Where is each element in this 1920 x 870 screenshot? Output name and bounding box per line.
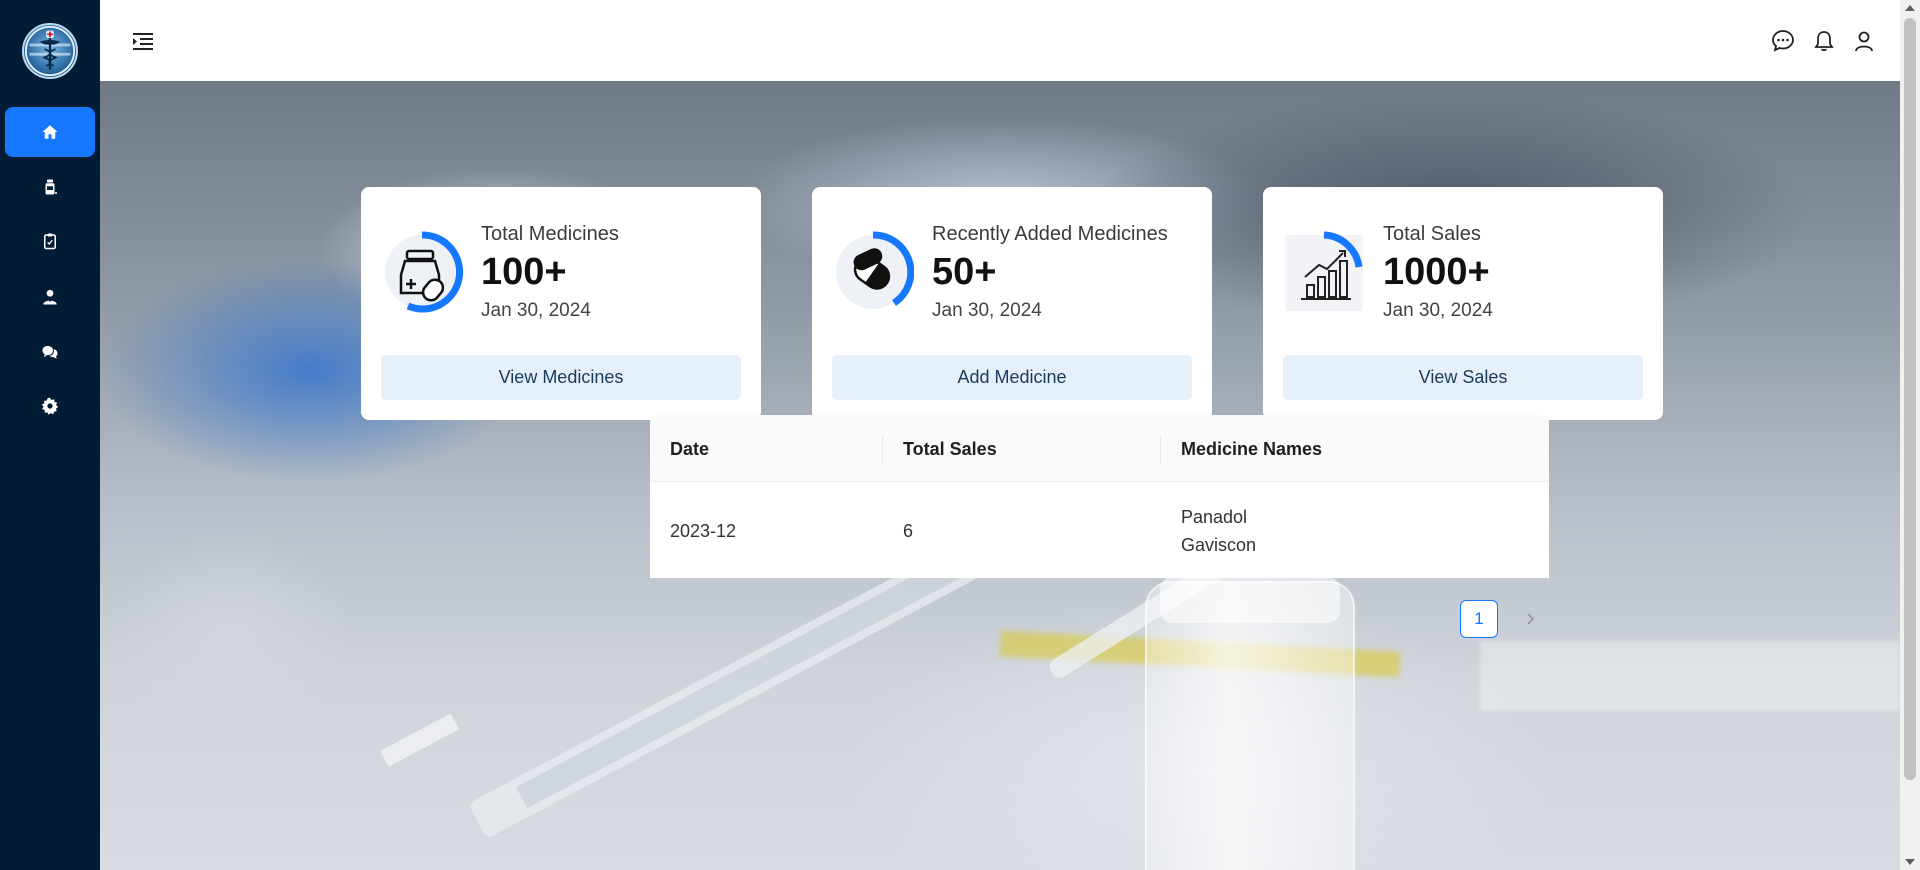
card-value: 100+ [481,251,567,293]
scroll-thumb[interactable] [1904,18,1916,780]
column-divider [1160,435,1161,463]
pagination-next-button[interactable] [1518,606,1544,632]
view-sales-button[interactable]: View Sales [1283,355,1643,400]
cell-total-sales: 6 [903,521,914,541]
sidebar [0,0,100,870]
card-date: Jan 30, 2024 [1383,300,1493,321]
cell-medicine-name: Gaviscon [1181,535,1257,555]
background-photo [1145,581,1355,870]
vertical-scrollbar[interactable] [1900,0,1920,870]
card-value: 1000+ [1383,251,1490,293]
card-value: 50+ [932,251,997,293]
main-content: Total Medicines 100+ Jan 30, 2024 View M… [100,81,1900,870]
sidebar-item-home[interactable] [5,107,95,157]
bell-icon[interactable] [1812,29,1836,53]
stat-card-total-medicines: Total Medicines 100+ Jan 30, 2024 View M… [361,187,761,420]
user-icon[interactable] [1852,29,1876,53]
scroll-down-arrow[interactable] [1905,859,1915,865]
sidebar-item-chat[interactable] [5,327,95,377]
sales-chart-icon [1285,231,1363,311]
column-divider [882,435,883,463]
sidebar-item-settings[interactable] [5,381,95,431]
sidebar-item-doctors[interactable] [5,272,95,322]
gear-icon [41,397,59,415]
card-title: Recently Added Medicines [932,223,1168,245]
add-medicine-button[interactable]: Add Medicine [832,355,1192,400]
message-icon[interactable] [1771,29,1795,53]
doctor-icon [43,289,57,305]
background-photo [1480,641,1900,711]
stat-card-recently-added: Recently Added Medicines 50+ Jan 30, 202… [812,187,1212,420]
sales-table: Date Total Sales Medicine Names 2023-12 … [650,415,1549,578]
card-title: Total Sales [1383,223,1481,245]
scroll-up-arrow[interactable] [1905,5,1915,11]
clipboard-icon [44,233,56,250]
column-header-medicine-names[interactable]: Medicine Names [1181,439,1322,460]
caduceus-logo-icon[interactable] [22,23,78,79]
chevron-right-icon [1527,613,1535,625]
menu-unfold-icon[interactable] [132,30,154,52]
cell-medicine-name: Panadol [1181,507,1248,527]
sidebar-item-medicines[interactable] [5,162,95,212]
card-title: Total Medicines [481,223,619,245]
sidebar-item-orders[interactable] [5,216,95,266]
capsule-icon [836,231,914,309]
stat-card-total-sales: Total Sales 1000+ Jan 30, 2024 View Sale… [1263,187,1663,420]
column-header-total-sales[interactable]: Total Sales [903,439,997,460]
table-header: Date Total Sales Medicine Names [650,415,1549,482]
medicine-bottle-icon [45,179,58,195]
card-date: Jan 30, 2024 [481,300,591,321]
view-medicines-button[interactable]: View Medicines [381,355,741,400]
card-date: Jan 30, 2024 [932,300,1042,321]
cell-date: 2023-12 [670,521,737,541]
chat-bubbles-icon [42,346,58,359]
home-icon [42,125,58,139]
medicine-jar-icon [385,231,463,313]
top-header [100,0,1900,81]
pagination-page-1[interactable]: 1 [1460,600,1498,638]
column-header-date[interactable]: Date [670,439,709,460]
